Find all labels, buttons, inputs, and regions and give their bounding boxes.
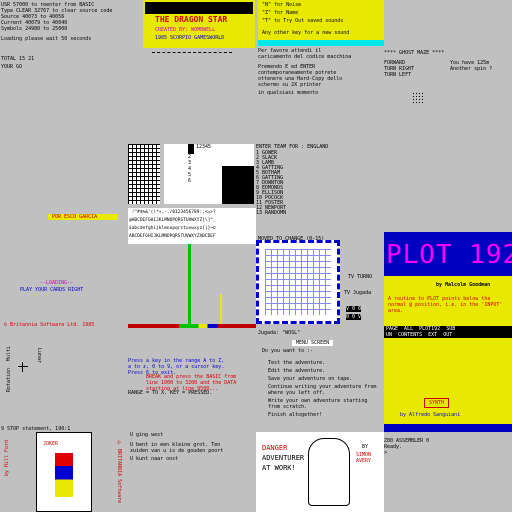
option-test[interactable]: Test the adventure. xyxy=(268,360,325,366)
yellow-bar xyxy=(220,294,222,324)
plot-title: PLOT 192 xyxy=(386,240,512,270)
z80-prompt[interactable]: > xyxy=(384,450,387,456)
team-player[interactable]: 13 RANDOMN xyxy=(256,210,286,216)
italian-line-7: in qualsiasi momento xyxy=(258,90,319,96)
por-banner: POR ESCO GARCIA xyxy=(48,214,118,220)
char-preview: 12345 2 3 4 5 6 xyxy=(164,144,254,204)
jugada-header: Jugada: "WOSL" xyxy=(258,330,301,336)
menu-line-noise: "N" for Noise xyxy=(262,2,302,8)
menu-line-name: "Z" for Name xyxy=(262,10,299,16)
por-text: POR ESCO GARCIA xyxy=(52,214,98,220)
dutch-line-3: U kunt naar oost xyxy=(130,456,179,462)
rotation-label-1: Multi xyxy=(6,346,12,362)
option-finish[interactable]: Finish altogether! xyxy=(268,412,322,418)
charset-panel: !"#$%&'()*+,-./0123456789:;<=>? @ABCDEFG… xyxy=(128,208,256,244)
top-left-text-5: Symbols 24980 to 25000 xyxy=(1,26,68,32)
tv-jugada-label: TV Jugada xyxy=(344,290,372,296)
synth-credit: by Alfredo Sanguiani xyxy=(400,412,461,418)
game-publisher: 1985 SCORPIO GAMESWORLD xyxy=(155,35,225,41)
counter-1: V 0 0 xyxy=(346,306,362,312)
dutch-line-0: U ging west xyxy=(130,432,164,438)
charset-row-4: ABCDEFGHIJKLMNOPQRSTUVWXYZABCDEF xyxy=(129,234,216,239)
britannia-copyright: © Britannia Software Ltd. 1985 xyxy=(4,322,95,328)
joker-card: JOKER xyxy=(36,432,92,512)
top-left-text-6: Loading please wait 50 seconds xyxy=(1,36,92,42)
adventurer-figure xyxy=(308,438,350,506)
synth-panel: SYNTH by Alfredo Sanguiani xyxy=(384,338,512,424)
play-cards-text: PLAY YOUR CARDS RIGHT xyxy=(20,287,84,293)
plot-description: A routine to PLOT points below the norma… xyxy=(388,296,503,314)
char-preview-dark xyxy=(222,166,254,204)
logo-underline xyxy=(152,48,232,53)
char-grid-editor[interactable] xyxy=(128,144,160,204)
menu-line-try: "T" to Try Out saved sounds xyxy=(262,18,344,24)
joker-figure xyxy=(55,453,73,497)
card-side-left: by Hill Ford xyxy=(4,440,10,477)
menu-question: Do you want to :- xyxy=(262,348,314,354)
option-edit[interactable]: Edit the adventure. xyxy=(268,368,325,374)
counter-2: 0 0 V xyxy=(346,314,362,320)
italian-line-2: caricamento del codice macchina xyxy=(258,54,352,60)
danger-title: DANGER xyxy=(262,444,288,452)
option-write[interactable]: Write your own adventure starting from s… xyxy=(268,398,382,410)
danger-panel: DANGER ADVENTURER AT WORK! BY SIMON AVER… xyxy=(256,432,384,512)
key-turn-left: TURN LEFT xyxy=(384,72,412,78)
rotation-label-2: Rotation xyxy=(6,368,12,393)
fill-grid xyxy=(265,249,331,315)
ghost-icon xyxy=(412,92,424,104)
tv-turno-label: TV TURNO xyxy=(348,274,373,280)
rotation-label-3: Lunar xyxy=(36,348,42,364)
game-credit: CREATED BY: WOMBWELL xyxy=(155,27,216,33)
danger-subtitle-2: AT WORK! xyxy=(262,464,296,472)
ghost-maze-title: **** GHOST MAZE **** xyxy=(384,50,445,56)
plot-panel: PLOT 192 by Malcolm Goodman A routine to… xyxy=(384,232,512,338)
game-title: THE DRAGON STAR xyxy=(155,15,228,24)
menu-screen-title: MENU SCREEN xyxy=(292,340,334,346)
danger-by: BY xyxy=(362,444,369,450)
range-line: RANGE = TO X. KEY = PRESSED. xyxy=(128,390,213,396)
save-menu-panel: "N" for Noise "Z" for Name "T" to Try Ou… xyxy=(258,0,384,40)
option-continue[interactable]: Continue writing your adventure from whe… xyxy=(268,384,382,396)
green-bar xyxy=(188,244,191,324)
danger-author: SIMON AVERY xyxy=(356,452,372,464)
charset-row-1: !"#$%&'()*+,-./0123456789:;<=>? xyxy=(129,210,216,215)
color-strip xyxy=(128,324,256,328)
italian-line-6: schermo su 2X printer xyxy=(258,82,322,88)
total-line: TOTAL 15 21 xyxy=(1,56,35,62)
blue-strip xyxy=(384,424,512,432)
crosshair-icon xyxy=(18,362,28,372)
game-logo-panel: THE DRAGON STAR CREATED BY: WOMBWELL 198… xyxy=(143,0,255,48)
your-go: YOUR GO xyxy=(1,64,23,70)
logo-banner xyxy=(145,2,253,14)
loading-text: --LOADING-- xyxy=(40,280,74,286)
spin-question: You have 125m Another spin ? xyxy=(450,60,493,72)
charset-row-3: £abcdefghijklmnopqrstuvwxyz{|}~© xyxy=(129,226,216,231)
fill-pattern-box[interactable] xyxy=(256,240,340,324)
cursor-block xyxy=(188,144,194,154)
card-label: JOKER xyxy=(43,441,59,447)
plot-menu-bar: PAGE ALL PLOT192 SUB UN CONTENTS EXT OUT xyxy=(384,326,512,338)
plot-author: by Malcolm Goodman xyxy=(436,282,491,288)
charset-row-2: @ABCDEFGHIJKLMNOPQRSTUVWXYZ[\]^_ xyxy=(129,218,216,223)
card-side-right: © BRITANNIA Software xyxy=(116,440,122,504)
menu-line-new: Any other key for a new sound xyxy=(262,30,350,36)
plot-title-band: PLOT 192 xyxy=(384,232,512,276)
save-menu-border xyxy=(258,40,384,46)
synth-button[interactable]: SYNTH xyxy=(424,398,450,408)
option-save[interactable]: Save your adventure on tape. xyxy=(268,376,352,382)
spectrum-chart xyxy=(128,244,256,328)
danger-subtitle: ADVENTURER xyxy=(262,454,305,462)
dutch-line-2: zuiden van u is de gouden poort xyxy=(130,448,224,454)
